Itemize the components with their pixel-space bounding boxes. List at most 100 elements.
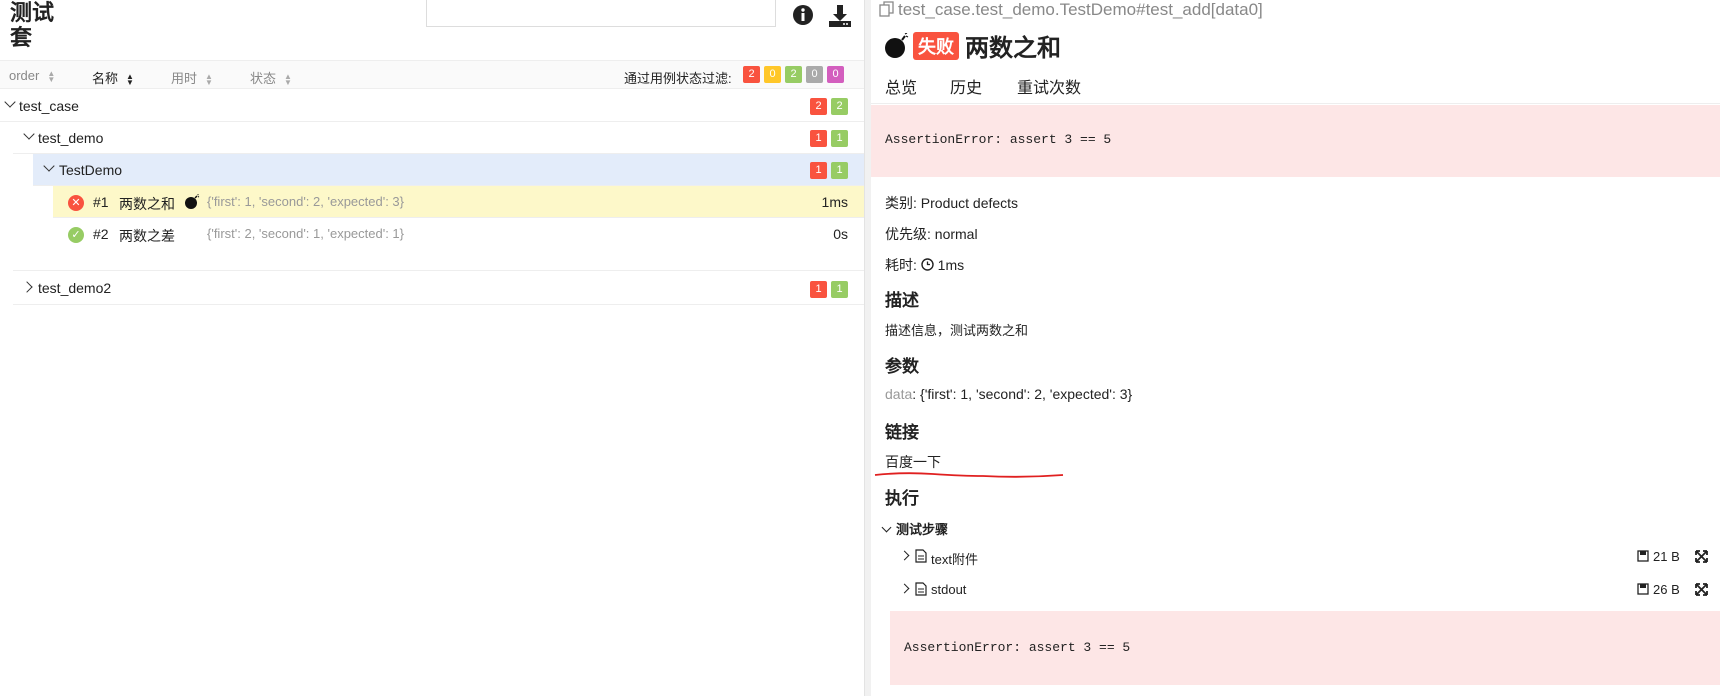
chevron-right-icon xyxy=(899,583,910,594)
passed-count-badge: 2 xyxy=(831,98,848,115)
execution-heading: 执行 xyxy=(885,489,919,508)
category-label: 类别: xyxy=(885,195,917,211)
expand-icon[interactable] xyxy=(1695,550,1708,563)
severity-label: 优先级: xyxy=(885,226,931,242)
tree-node-label: test_demo2 xyxy=(38,280,112,296)
sort-bar: order ▲ ▼ 名称 ▲ ▼ 用时 ▲ ▼ 状态 ▲ ▼ 通过用例状态过滤: 2 0 2 0… xyxy=(0,60,864,89)
case-params: {'first': 2, 'second': 1, 'expected': 1} xyxy=(207,226,405,241)
sort-status[interactable]: 状态 ▲ ▼ xyxy=(250,68,292,87)
red-underline-annotation xyxy=(874,472,1064,478)
filter-passed-badge[interactable]: 2 xyxy=(785,66,802,83)
category-value: Product defects xyxy=(920,195,1019,211)
save-icon xyxy=(1637,583,1649,595)
test-title-text: 两数之和 xyxy=(965,35,1061,62)
info-icon[interactable] xyxy=(792,4,816,28)
category-row: 类别: Product defects xyxy=(885,193,1018,213)
tree-node-counts: 1 1 xyxy=(810,130,848,147)
clock-icon xyxy=(921,258,934,271)
attachment-name: text附件 xyxy=(931,552,978,567)
sort-arrows-icon: ▲ ▼ xyxy=(47,68,56,84)
tree-node-test-demo2[interactable]: test_demo2 1 1 xyxy=(13,270,864,305)
description-text: 描述信息，测试两数之和 xyxy=(885,323,1029,338)
parameter-value: : {'first': 1, 'second': 2, 'expected': … xyxy=(912,386,1133,402)
failed-count-badge: 1 xyxy=(810,130,827,147)
passed-count-badge: 1 xyxy=(831,281,848,298)
search-input[interactable] xyxy=(426,0,776,27)
test-tree-panel: 测试套 order ▲ ▼ 名称 ▲ ▼ 用时 ▲ ▼ 状态 ▲ ▼ 通过用例状态过滤: 2 0… xyxy=(0,0,864,696)
status-filter-label: 通过用例状态过滤: xyxy=(624,71,732,86)
chevron-right-icon xyxy=(21,281,33,293)
tree-node-counts: 2 2 xyxy=(810,98,848,115)
breadcrumb: test_case.test_demo.TestDemo#test_add[da… xyxy=(879,0,1263,20)
description-heading: 描述 xyxy=(885,291,919,310)
filter-skipped-badge[interactable]: 0 xyxy=(806,66,823,83)
attachment-size: 26 B xyxy=(1653,582,1680,597)
parameter-row: data: {'first': 1, 'second': 2, 'expecte… xyxy=(885,386,1132,402)
filter-unknown-badge[interactable]: 0 xyxy=(827,66,844,83)
tab-retries[interactable]: 重试次数 xyxy=(1017,74,1081,106)
sort-status-label: 状态 xyxy=(250,71,277,86)
sort-arrows-icon: ▲ ▼ xyxy=(205,71,213,87)
sort-order-label: order xyxy=(9,68,40,83)
failed-count-badge: 2 xyxy=(810,98,827,115)
tree-node-testdemo-class[interactable]: TestDemo 1 1 xyxy=(33,154,864,186)
duration-label: 耗时: xyxy=(885,257,917,273)
case-duration: 0s xyxy=(833,226,848,242)
links-heading: 链接 xyxy=(885,423,919,442)
sort-arrows-icon: ▲ ▼ xyxy=(284,71,292,87)
failed-count-badge: 1 xyxy=(810,281,827,298)
case-params: {'first': 1, 'second': 2, 'expected': 3} xyxy=(207,194,405,209)
tree-node-test-case[interactable]: test_case 2 2 xyxy=(0,90,864,122)
sort-duration-label: 用时 xyxy=(171,71,198,86)
passed-count-badge: 1 xyxy=(831,162,848,179)
tree-node-counts: 1 1 xyxy=(810,162,848,179)
duration-value: 1ms xyxy=(937,257,965,273)
case-duration: 1ms xyxy=(821,194,848,210)
sort-duration[interactable]: 用时 ▲ ▼ xyxy=(171,68,213,87)
sort-arrows-icon: ▲ ▼ xyxy=(126,71,134,87)
test-detail-panel: test_case.test_demo.TestDemo#test_add[da… xyxy=(871,0,1720,696)
parameters-heading: 参数 xyxy=(885,357,919,376)
save-icon xyxy=(1637,550,1649,562)
breadcrumb-text: test_case.test_demo.TestDemo#test_add[da… xyxy=(898,0,1263,19)
chevron-down-icon xyxy=(23,128,35,140)
test-case-row-2[interactable]: ✓ #2 两数之差 {'first': 2, 'second': 1, 'exp… xyxy=(53,218,864,250)
case-name: 两数之和 xyxy=(119,196,175,212)
sort-order[interactable]: order ▲ ▼ xyxy=(9,68,55,83)
attachment-row-text[interactable]: text附件 21 B xyxy=(899,541,1711,571)
sort-name[interactable]: 名称 ▲ ▼ xyxy=(92,68,134,87)
bomb-icon xyxy=(184,194,200,213)
tab-bar: 总览 历史 重试次数 xyxy=(871,72,1720,109)
severity-value: normal xyxy=(934,226,978,242)
tree-node-label: TestDemo xyxy=(59,162,123,178)
filter-failed-badge[interactable]: 2 xyxy=(743,66,760,83)
tab-history[interactable]: 历史 xyxy=(950,74,982,106)
tree-node-counts: 1 1 xyxy=(810,281,848,298)
chevron-down-icon xyxy=(881,522,892,533)
test-steps-toggle[interactable]: 测试步骤 xyxy=(881,519,948,538)
expand-icon[interactable] xyxy=(1695,583,1708,596)
attachment-name: stdout xyxy=(931,582,967,597)
download-icon[interactable] xyxy=(828,4,852,28)
duration-row: 耗时: 1ms xyxy=(885,255,964,275)
copy-icon[interactable] xyxy=(879,1,895,17)
chevron-right-icon xyxy=(899,550,910,561)
failed-status-icon: ✕ xyxy=(68,195,84,211)
stdout-content-box: AssertionError: assert 3 == 5 xyxy=(890,611,1720,685)
suite-title: 测试套 xyxy=(10,0,55,50)
panel-resize-handle[interactable] xyxy=(864,0,871,696)
tree-node-label: test_demo xyxy=(38,130,104,146)
filter-broken-badge[interactable]: 0 xyxy=(764,66,781,83)
link-baidu[interactable]: 百度一下 xyxy=(885,452,941,472)
attachment-row-stdout[interactable]: stdout 26 B xyxy=(899,574,1711,604)
severity-row: 优先级: normal xyxy=(885,224,978,244)
status-filter-group: 2 0 2 0 0 xyxy=(743,66,844,83)
case-number: #1 xyxy=(93,194,109,210)
test-case-row-1[interactable]: ✕ #1 两数之和 {'first': 1, 'second': 2, 'exp… xyxy=(53,186,864,218)
tree-node-test-demo[interactable]: test_demo 1 1 xyxy=(13,122,864,154)
tab-overview[interactable]: 总览 xyxy=(885,74,918,109)
sort-name-label: 名称 xyxy=(92,71,119,86)
chevron-down-icon xyxy=(43,160,55,172)
parameter-key: data xyxy=(885,386,913,402)
error-message-box: AssertionError: assert 3 == 5 xyxy=(871,105,1720,177)
